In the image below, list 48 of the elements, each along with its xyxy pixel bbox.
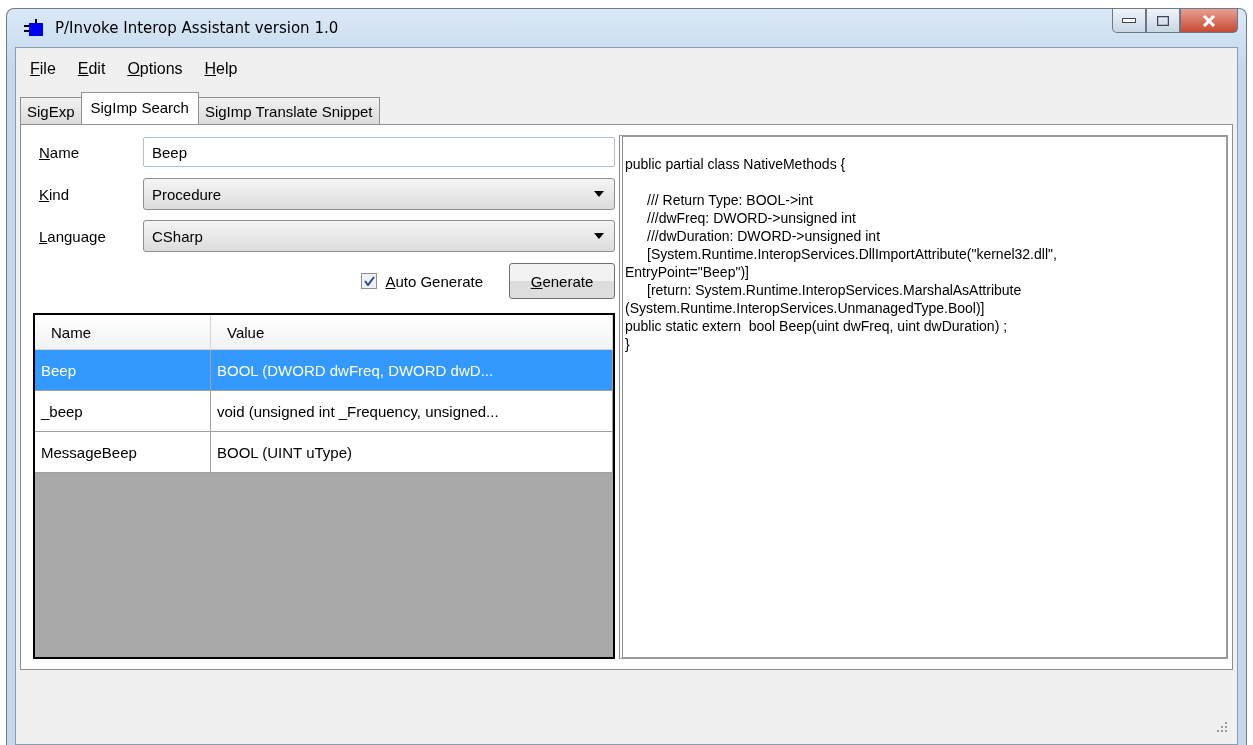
field-label: Kind <box>38 185 71 203</box>
table-cell: BOOL (UINT uType) <box>211 432 613 472</box>
window-title: P/Invoke Interop Assistant version 1.0 <box>55 19 339 37</box>
code-line: } <box>625 335 631 353</box>
caret-icon <box>594 233 604 239</box>
table-cell: BOOL (DWORD dwFreq, DWORD dwD... <box>211 350 613 390</box>
table-cell: _beep <box>35 391 211 431</box>
menu-item[interactable]: Help <box>204 60 238 78</box>
resize-grip-icon <box>1216 721 1228 733</box>
result-row[interactable]: _beep void (unsigned int _Frequency, unsigned... <box>35 391 613 432</box>
name-field[interactable]: Beep <box>143 137 615 167</box>
menu-item[interactable]: File <box>30 60 56 78</box>
close-button[interactable] <box>1180 9 1238 33</box>
code-line: public partial class NativeMethods { <box>625 155 847 173</box>
column-header[interactable]: Name <box>35 315 211 349</box>
app-icon <box>23 19 45 37</box>
kind-dropdown[interactable]: Procedure <box>143 178 615 210</box>
code-line: ///dwFreq: DWORD->unsigned int <box>646 209 857 227</box>
code-line: /// Return Type: BOOL->int <box>646 191 814 209</box>
tab[interactable]: SigImp Search <box>80 92 199 124</box>
checkbox-label: Auto Generate <box>385 272 483 290</box>
table-cell: MessageBeep <box>35 432 211 472</box>
code-line: EntryPoint="Beep")] <box>625 263 750 281</box>
code-line: [return: System.Runtime.InteropServices.MarshalAsAttribute <box>646 281 1023 299</box>
code-line: (System.Runtime.InteropServices.UnmanagedType.Bool)] <box>625 299 986 317</box>
tab[interactable]: SigImp Translate Snippet <box>197 97 380 124</box>
menu-item[interactable]: Edit <box>77 60 106 78</box>
close-icon <box>1202 14 1216 27</box>
result-row[interactable]: MessageBeep BOOL (UINT uType) <box>35 432 613 473</box>
menu-item[interactable]: Options <box>127 60 183 78</box>
checkmark-icon <box>363 276 375 286</box>
maximize-button[interactable] <box>1146 9 1180 33</box>
table-cell: void (unsigned int _Frequency, unsigned... <box>211 391 613 431</box>
code-line: [System.Runtime.InteropServices.DllImportAttribute("kernel32.dll", <box>646 245 1058 263</box>
minimize-button[interactable] <box>1112 9 1146 33</box>
code-line: public static extern bool Beep(uint dwFreq, uint dwDuration) ; <box>625 317 1009 335</box>
field-label: Language <box>38 227 107 245</box>
checkbox[interactable] <box>361 273 378 289</box>
column-header[interactable]: Value <box>211 315 613 349</box>
table-cell: Beep <box>35 350 211 390</box>
language-dropdown[interactable]: CSharp <box>143 220 615 252</box>
generate-button[interactable]: Generate <box>509 263 615 299</box>
maximize-icon <box>1157 15 1169 26</box>
tab[interactable]: SigExp <box>20 97 82 124</box>
minimize-icon <box>1122 17 1136 24</box>
field-label: Name <box>38 143 81 161</box>
code-line: ///dwDuration: DWORD->unsigned int <box>646 227 882 245</box>
caret-icon <box>594 191 604 197</box>
